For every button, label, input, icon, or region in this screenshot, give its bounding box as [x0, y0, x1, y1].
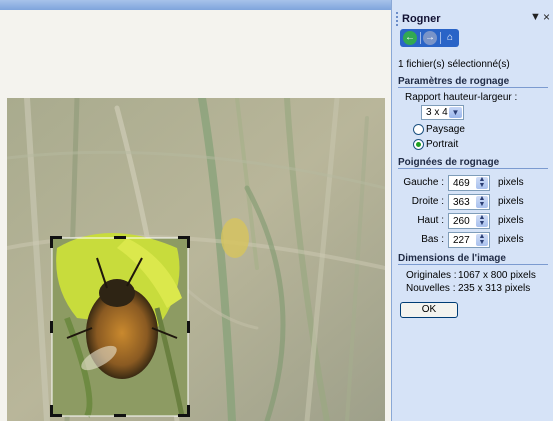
right-value: 363	[453, 197, 470, 208]
bottom-label: Bas :	[421, 234, 444, 245]
photo-image	[7, 98, 385, 421]
ratio-label: Rapport hauteur-largeur :	[405, 92, 518, 103]
right-spinner[interactable]: 363 ▲ ▼	[448, 194, 490, 210]
spinner-arrows-icon[interactable]: ▲ ▼	[476, 195, 488, 208]
top-label: Haut :	[417, 215, 444, 226]
home-icon[interactable]: ⌂	[443, 31, 457, 45]
bottom-unit: pixels	[498, 234, 524, 245]
left-label: Gauche :	[403, 177, 444, 188]
ratio-select[interactable]: 3 x 4 ▼	[421, 105, 464, 120]
portrait-label: Portrait	[426, 139, 459, 150]
original-label: Originales :	[406, 270, 457, 281]
bottom-value: 227	[453, 235, 470, 246]
photo-canvas[interactable]	[7, 98, 385, 421]
pane-close-icon[interactable]: ×	[543, 10, 550, 24]
left-spinner[interactable]: 469 ▲ ▼	[448, 175, 490, 191]
original-dimensions: 1067 x 800 pixels	[458, 270, 536, 281]
nav-separator	[440, 32, 441, 44]
left-value: 469	[453, 178, 470, 189]
landscape-radio[interactable]	[413, 124, 424, 135]
crop-handle-top-left-v[interactable]	[50, 236, 53, 248]
spinner-arrows-icon[interactable]: ▲ ▼	[476, 214, 488, 227]
forward-icon[interactable]: →	[423, 31, 437, 45]
ratio-value: 3 x 4	[426, 107, 448, 118]
right-label: Droite :	[411, 196, 444, 207]
new-dimensions: 235 x 313 pixels	[458, 283, 531, 294]
crop-handle-bottom-center[interactable]	[114, 414, 126, 417]
back-icon[interactable]: ←	[403, 31, 417, 45]
top-spinner[interactable]: 260 ▲ ▼	[448, 213, 490, 229]
right-unit: pixels	[498, 196, 524, 207]
crop-handle-right-middle[interactable]	[187, 321, 190, 333]
nav-separator	[420, 32, 421, 44]
crop-handle-left-middle[interactable]	[50, 321, 53, 333]
section-divider	[398, 264, 548, 265]
section-divider	[398, 168, 548, 169]
top-value: 260	[453, 216, 470, 227]
editor-top-bar	[0, 0, 391, 10]
pane-grip-icon[interactable]	[396, 12, 398, 26]
chevron-down-icon[interactable]: ▼	[449, 107, 462, 118]
crop-handle-top-center[interactable]	[114, 236, 126, 239]
crop-handle-bottom-right-v[interactable]	[187, 405, 190, 417]
spinner-arrows-icon[interactable]: ▲ ▼	[476, 176, 488, 189]
portrait-radio[interactable]	[413, 139, 424, 150]
bottom-spinner[interactable]: 227 ▲ ▼	[448, 232, 490, 248]
selection-info: 1 fichier(s) sélectionné(s)	[398, 59, 510, 70]
crop-handle-top-right-v[interactable]	[187, 236, 190, 248]
pane-title-bar: Rogner ▼ ×	[392, 0, 553, 30]
top-unit: pixels	[498, 215, 524, 226]
crop-handle-bottom-left-v[interactable]	[50, 405, 53, 417]
crop-settings-heading: Paramètres de rognage	[398, 76, 510, 87]
crop-handles-heading: Poignées de rognage	[398, 157, 500, 168]
image-dimensions-heading: Dimensions de l'image	[398, 253, 506, 264]
pane-menu-dropdown-icon[interactable]: ▼	[530, 11, 541, 23]
left-unit: pixels	[498, 177, 524, 188]
crop-task-pane: Rogner ▼ × ← → ⌂ 1 fichier(s) sélectionn…	[391, 0, 553, 421]
ok-button[interactable]: OK	[400, 302, 458, 318]
landscape-label: Paysage	[426, 124, 465, 135]
image-editor-area	[0, 0, 391, 421]
section-divider	[398, 87, 548, 88]
new-label: Nouvelles :	[406, 283, 456, 294]
spinner-arrows-icon[interactable]: ▲ ▼	[476, 233, 488, 246]
pane-nav-bar: ← → ⌂	[400, 29, 459, 47]
pane-title: Rogner	[402, 13, 441, 25]
